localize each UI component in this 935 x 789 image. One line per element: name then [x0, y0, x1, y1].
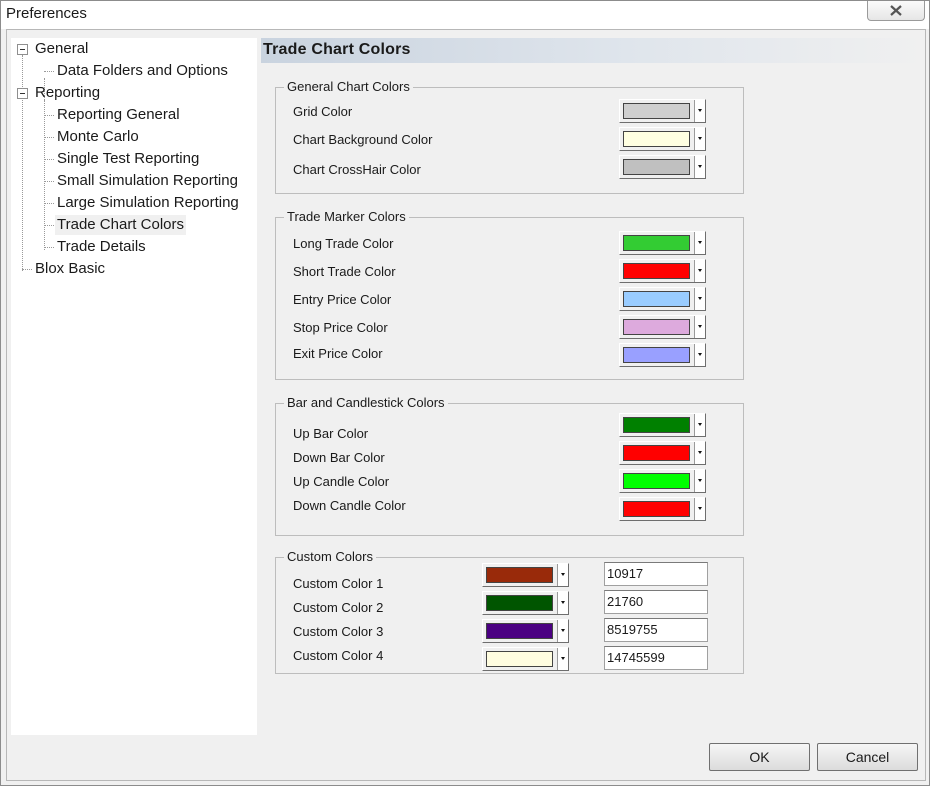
chevron-down-icon[interactable]: [694, 344, 705, 366]
tree-item-data-folders[interactable]: Data Folders and Options: [55, 61, 230, 81]
tree-item-reporting[interactable]: Reporting: [33, 83, 102, 103]
up-candle-color-picker[interactable]: [619, 469, 706, 493]
group-legend: Trade Marker Colors: [284, 209, 409, 225]
custom-color-4-label: Custom Color 4: [293, 648, 384, 663]
custom-color-2-label: Custom Color 2: [293, 600, 384, 615]
custom-color-3-picker[interactable]: [482, 619, 569, 643]
chevron-down-icon[interactable]: [557, 564, 568, 586]
up-bar-color-picker[interactable]: [619, 413, 706, 437]
custom-color-1-label: Custom Color 1: [293, 576, 384, 591]
custom-color-2-value-input[interactable]: 21760: [604, 590, 708, 614]
short-trade-color-picker[interactable]: [619, 259, 706, 283]
color-swatch: [486, 595, 553, 611]
chevron-down-icon[interactable]: [694, 100, 705, 122]
short-trade-color-label: Short Trade Color: [293, 264, 396, 279]
chevron-down-icon[interactable]: [694, 442, 705, 464]
down-candle-color-picker[interactable]: [619, 497, 706, 521]
color-swatch: [623, 473, 690, 489]
chevron-down-icon[interactable]: [694, 156, 705, 178]
long-trade-color-picker[interactable]: [619, 231, 706, 255]
color-swatch: [623, 417, 690, 433]
tree-item-small-simulation[interactable]: Small Simulation Reporting: [55, 171, 240, 191]
custom-color-1-picker[interactable]: [482, 563, 569, 587]
color-swatch: [623, 501, 690, 517]
page-title: Trade Chart Colors: [263, 41, 411, 58]
custom-color-2-picker[interactable]: [482, 591, 569, 615]
chart-crosshair-color-picker[interactable]: [619, 155, 706, 179]
close-button[interactable]: [867, 1, 925, 21]
color-swatch: [623, 291, 690, 307]
custom-color-3-label: Custom Color 3: [293, 624, 384, 639]
grid-color-picker[interactable]: [619, 99, 706, 123]
group-legend: Custom Colors: [284, 549, 376, 565]
chart-background-color-picker[interactable]: [619, 127, 706, 151]
chevron-down-icon[interactable]: [557, 592, 568, 614]
chevron-down-icon[interactable]: [694, 316, 705, 338]
stop-price-color-label: Stop Price Color: [293, 320, 388, 335]
expand-general-icon[interactable]: [17, 44, 28, 55]
chevron-down-icon[interactable]: [557, 648, 568, 670]
color-swatch: [623, 131, 690, 147]
exit-price-color-label: Exit Price Color: [293, 346, 383, 361]
custom-color-4-value-input[interactable]: 14745599: [604, 646, 708, 670]
close-icon: [890, 5, 902, 16]
up-bar-color-label: Up Bar Color: [293, 426, 369, 441]
long-trade-color-label: Long Trade Color: [293, 236, 394, 251]
chevron-down-icon[interactable]: [694, 498, 705, 520]
color-swatch: [623, 235, 690, 251]
color-swatch: [486, 651, 553, 667]
tree-item-monte-carlo[interactable]: Monte Carlo: [55, 127, 141, 147]
down-candle-color-label: Down Candle Color: [293, 498, 406, 513]
chevron-down-icon[interactable]: [694, 232, 705, 254]
window-title: Preferences: [6, 5, 87, 22]
color-swatch: [623, 263, 690, 279]
color-swatch: [623, 347, 690, 363]
custom-color-1-value-input[interactable]: 10917: [604, 562, 708, 586]
title-bar: Preferences: [1, 1, 929, 29]
group-legend: Bar and Candlestick Colors: [284, 395, 448, 411]
up-candle-color-label: Up Candle Color: [293, 474, 390, 489]
color-swatch: [623, 159, 690, 175]
chevron-down-icon[interactable]: [694, 128, 705, 150]
tree-item-single-test[interactable]: Single Test Reporting: [55, 149, 201, 169]
chevron-down-icon[interactable]: [694, 470, 705, 492]
cancel-button[interactable]: Cancel: [817, 743, 918, 771]
color-swatch: [623, 319, 690, 335]
grid-color-label: Grid Color: [293, 104, 353, 119]
entry-price-color-label: Entry Price Color: [293, 292, 392, 307]
color-swatch: [486, 567, 553, 583]
page-header: Trade Chart Colors: [261, 38, 925, 63]
tree-item-trade-chart-colors[interactable]: Trade Chart Colors: [55, 215, 186, 235]
chevron-down-icon[interactable]: [557, 620, 568, 642]
custom-color-3-value-input[interactable]: 8519755: [604, 618, 708, 642]
tree-item-large-simulation[interactable]: Large Simulation Reporting: [55, 193, 241, 213]
tree-item-blox-basic[interactable]: Blox Basic: [33, 259, 107, 279]
custom-color-4-picker[interactable]: [482, 647, 569, 671]
stop-price-color-picker[interactable]: [619, 315, 706, 339]
expand-reporting-icon[interactable]: [17, 88, 28, 99]
entry-price-color-picker[interactable]: [619, 287, 706, 311]
color-swatch: [623, 103, 690, 119]
down-bar-color-picker[interactable]: [619, 441, 706, 465]
exit-price-color-picker[interactable]: [619, 343, 706, 367]
chevron-down-icon[interactable]: [694, 288, 705, 310]
group-legend: General Chart Colors: [284, 79, 413, 95]
chart-background-color-label: Chart Background Color: [293, 132, 433, 147]
chevron-down-icon[interactable]: [694, 260, 705, 282]
preferences-tree[interactable]: General Data Folders and Options Reporti…: [11, 38, 257, 735]
color-swatch: [486, 623, 553, 639]
tree-item-general[interactable]: General: [33, 39, 90, 59]
ok-button[interactable]: OK: [709, 743, 810, 771]
chevron-down-icon[interactable]: [694, 414, 705, 436]
down-bar-color-label: Down Bar Color: [293, 450, 385, 465]
tree-item-trade-details[interactable]: Trade Details: [55, 237, 148, 257]
chart-crosshair-color-label: Chart CrossHair Color: [293, 162, 421, 177]
tree-item-reporting-general[interactable]: Reporting General: [55, 105, 182, 125]
color-swatch: [623, 445, 690, 461]
